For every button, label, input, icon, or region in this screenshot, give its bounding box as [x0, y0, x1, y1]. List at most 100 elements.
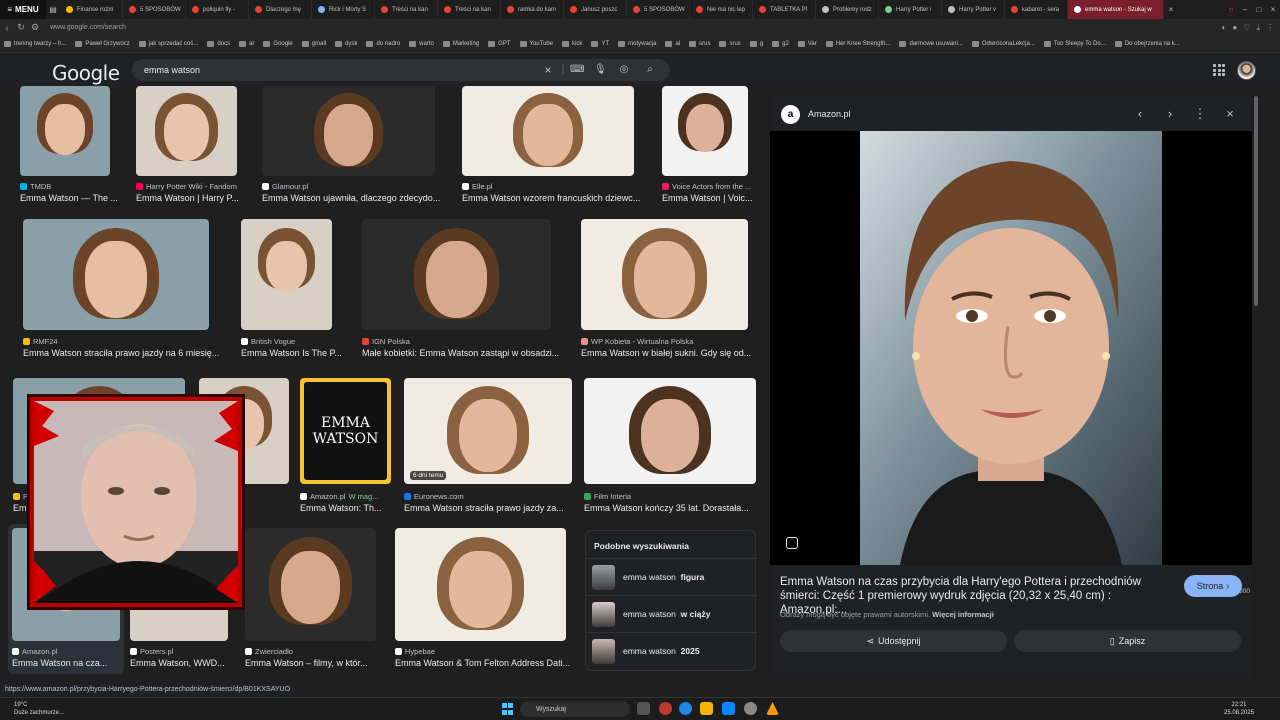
result-thumbnail[interactable]	[20, 86, 110, 176]
clock[interactable]: 22:21 25.08.2025	[1224, 701, 1254, 717]
heart-icon[interactable]: ♡	[1243, 23, 1250, 33]
bookmark[interactable]: docs	[207, 41, 230, 47]
result-title[interactable]: Emma Watson | Voic...	[662, 193, 760, 203]
opera-icon[interactable]	[659, 702, 672, 715]
result-thumbnail[interactable]	[262, 86, 435, 176]
tab[interactable]: TABLETKA PI	[753, 0, 816, 19]
back-icon[interactable]: ‹	[0, 23, 14, 33]
result-source[interactable]: Amazon.pl	[12, 647, 140, 656]
result-thumbnail[interactable]	[584, 378, 756, 484]
related-search-item[interactable]: emma watson figura	[586, 558, 757, 595]
minimize-icon[interactable]: –	[1238, 5, 1252, 14]
site-info-icon[interactable]: ⚙	[28, 22, 42, 33]
result-title[interactable]: Emma Watson w białej sukni. Gdy się od..…	[581, 348, 760, 358]
tab[interactable]: 5 SPOSOBÓW	[123, 0, 186, 19]
bookmark[interactable]: Paweł Grzywocz	[75, 41, 130, 47]
reload-icon[interactable]: ↻	[14, 22, 28, 33]
search-box[interactable]: × | ⌨ 🎙 ◎ ⌕	[132, 59, 670, 81]
previous-icon[interactable]: ‹	[1131, 105, 1149, 123]
url-field[interactable]: www.google.com/search	[50, 24, 126, 31]
result-title[interactable]: Emma Watson Is The P...	[241, 348, 344, 358]
result-title[interactable]: Emma Watson — The ...	[20, 193, 122, 203]
tab[interactable]: Dlaczego mę	[249, 0, 312, 19]
related-search-item[interactable]: emma watson w ciąży	[586, 595, 757, 632]
bookmark[interactable]: GPT	[488, 41, 511, 47]
result-source[interactable]: Glamour.pl	[262, 182, 455, 191]
tab[interactable]: poliquin fly -	[186, 0, 249, 19]
result-source[interactable]: Film Interia	[584, 492, 776, 501]
result-source[interactable]: TMDB	[20, 182, 130, 191]
profile-icon[interactable]: ●	[1232, 23, 1237, 33]
more-icon[interactable]: ⋮	[1266, 23, 1274, 33]
tab[interactable]: Treści na kan	[438, 0, 501, 19]
bookmark[interactable]: Marketing	[442, 41, 479, 47]
close-icon[interactable]: ×	[1221, 105, 1239, 123]
result-source[interactable]: WP Kobieta - Wirtualna Polska	[581, 337, 768, 346]
taskbar-search[interactable]: Wyszukaj	[520, 701, 630, 717]
lens-icon[interactable]: ◎	[618, 64, 630, 76]
tab-active[interactable]: emma watson - Szukaj w	[1068, 0, 1164, 19]
bookmark[interactable]: motywacja	[618, 41, 656, 47]
bookmark[interactable]: srus	[719, 41, 741, 47]
result-thumbnail[interactable]	[395, 528, 566, 641]
result-thumbnail[interactable]	[245, 528, 376, 641]
result-title[interactable]: Emma Watson & Tom Felton Address Dati...	[395, 658, 578, 668]
next-icon[interactable]: ›	[1161, 105, 1179, 123]
task-view-icon[interactable]	[637, 702, 650, 715]
bookmark[interactable]: ar	[239, 41, 254, 47]
result-title[interactable]: Emma Watson ujawniła, dlaczego zdecydo..…	[262, 193, 447, 203]
bookmark[interactable]: srus	[689, 41, 710, 47]
tab-list-icon[interactable]: ▤	[46, 5, 60, 14]
windows-start-icon[interactable]	[502, 703, 514, 715]
tab[interactable]: Harry Potter v	[942, 0, 1005, 19]
result-source[interactable]: Hypebae	[395, 647, 586, 656]
tab[interactable]: Treści na kan	[375, 0, 438, 19]
tab[interactable]: kabaret - sera	[1005, 0, 1068, 19]
result-source[interactable]: Amazon.pl W mag...	[300, 492, 411, 501]
vlc-icon[interactable]	[766, 702, 779, 715]
microphone-icon[interactable]: 🎙	[594, 64, 607, 76]
bookmark[interactable]: Google	[263, 41, 293, 47]
tab[interactable]: Janusz poszc	[564, 0, 627, 19]
result-title[interactable]: Emma Watson kończy 35 lat. Dorastała...	[584, 503, 768, 513]
bookmark[interactable]: OdwróconaLekcja...	[971, 41, 1035, 47]
result-title[interactable]: Emma Watson, WWD...	[130, 658, 240, 668]
edge-icon[interactable]	[679, 702, 692, 715]
result-thumbnail[interactable]	[362, 219, 551, 330]
obs-icon[interactable]	[744, 702, 757, 715]
keyboard-icon[interactable]: ⌨	[570, 64, 584, 76]
result-title[interactable]: Emma Watson straciła prawo jazdy za...	[404, 503, 584, 513]
result-title[interactable]: Małe kobietki: Emma Watson zastąpi w obs…	[362, 348, 563, 358]
lens-search-icon[interactable]	[786, 537, 798, 549]
result-source[interactable]: Elle.pl	[462, 182, 654, 191]
bookmark[interactable]: kick	[562, 41, 582, 47]
result-thumbnail[interactable]: 6 dni temu	[404, 378, 572, 484]
extensions-icon[interactable]: ◐	[1222, 23, 1227, 33]
result-source[interactable]: IGN Polska	[362, 337, 571, 346]
result-thumbnail[interactable]	[662, 86, 748, 176]
close-tab-icon[interactable]: ×	[1164, 5, 1178, 14]
bookmark[interactable]: Do obejrzenia na k...	[1114, 41, 1180, 47]
tab[interactable]: 5 SPOSOBÓW	[627, 0, 690, 19]
search-tabs-icon[interactable]: ○	[1224, 5, 1238, 14]
result-title[interactable]: Emma Watson | Harry P...	[136, 193, 249, 203]
bookmark[interactable]: trening twarzy – h...	[4, 41, 66, 47]
menu-button[interactable]: ≡ MENU	[0, 0, 46, 19]
maximize-icon[interactable]: □	[1252, 5, 1266, 14]
result-thumbnail[interactable]	[581, 219, 748, 330]
search-icon[interactable]: ⌕	[644, 64, 656, 76]
result-thumbnail[interactable]	[241, 219, 332, 330]
result-title[interactable]: Emma Watson: Th...	[300, 503, 403, 513]
result-thumbnail[interactable]	[23, 219, 209, 330]
result-thumbnail[interactable]	[136, 86, 237, 176]
bookmark[interactable]: g	[749, 41, 763, 47]
more-info-link[interactable]: Więcej informacji	[932, 610, 994, 619]
result-thumbnail[interactable]	[462, 86, 634, 176]
apps-icon[interactable]	[1213, 64, 1225, 76]
google-logo[interactable]: Google	[52, 61, 120, 85]
bookmark[interactable]: YouTube	[519, 41, 553, 47]
preview-image[interactable]	[860, 131, 1162, 565]
result-source[interactable]: Voice Actors from the ...	[662, 182, 768, 191]
related-search-item[interactable]: emma watson 2025	[586, 632, 757, 669]
result-source[interactable]: Euronews.com	[404, 492, 592, 501]
